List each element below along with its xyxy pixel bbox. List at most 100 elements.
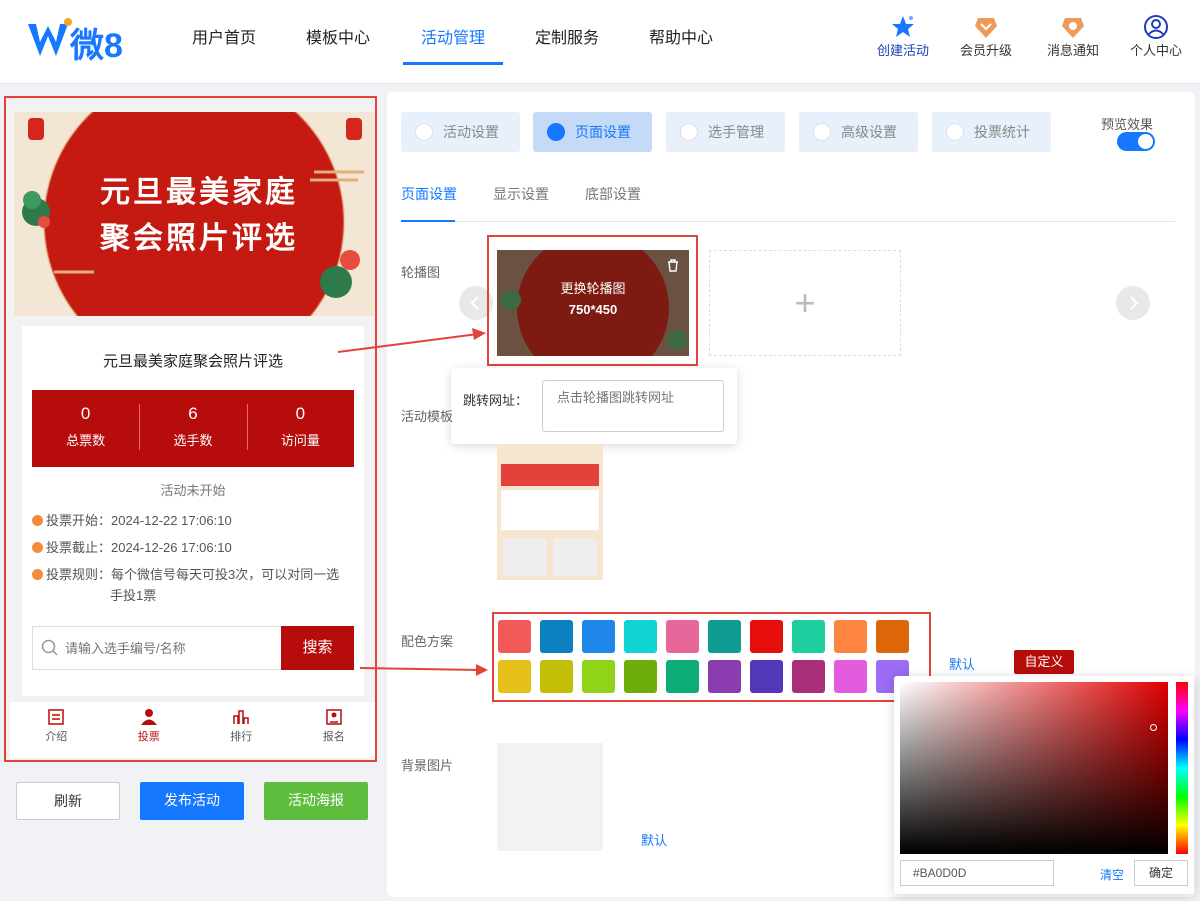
vote-start-row: 投票开始：2024-12-22 17:06:10	[32, 510, 352, 531]
template-label: 活动模板	[401, 409, 454, 424]
color-swatch[interactable]	[750, 620, 783, 653]
contestant-search: 搜索	[32, 626, 354, 670]
color-swatch[interactable]	[834, 660, 867, 693]
ranking-icon	[233, 710, 249, 724]
tab-label: 投票统计	[974, 124, 1030, 140]
color-swatch[interactable]	[498, 660, 531, 693]
add-carousel-button[interactable]: +	[709, 250, 901, 356]
nav-home[interactable]: 用户首页	[179, 0, 269, 78]
stat-contestants: 6 选手数	[139, 390, 246, 467]
stat-value: 0	[80, 404, 91, 423]
search-button[interactable]: 搜索	[281, 626, 354, 670]
member-upgrade-button[interactable]: 会员升级	[951, 14, 1021, 59]
saturation-value-area[interactable]	[900, 682, 1168, 854]
activity-poster-button[interactable]: 活动海报	[264, 782, 368, 820]
color-scheme-label: 配色方案	[401, 634, 454, 649]
template-body-icon	[501, 490, 599, 530]
info-icon	[32, 569, 43, 580]
stat-label: 选手数	[173, 433, 213, 448]
color-swatch[interactable]	[540, 660, 573, 693]
color-swatch[interactable]	[708, 660, 741, 693]
tab-advanced-settings[interactable]: 高级设置	[799, 112, 918, 152]
create-activity-button[interactable]: 创建活动	[868, 14, 938, 59]
subtab-display-settings[interactable]: 显示设置	[493, 184, 549, 204]
subtab-footer-settings[interactable]: 底部设置	[585, 184, 641, 204]
carousel-size-text: 750*450	[568, 302, 618, 317]
color-swatch[interactable]	[750, 660, 783, 693]
mobile-preview: 元旦最美家庭 聚会照片评选 元旦最美家庭聚会照片评选 0 总票数 6 选手数 0 访问…	[4, 96, 377, 762]
chevron-right-icon	[1130, 296, 1139, 310]
tab-label: 排行	[230, 731, 253, 743]
nav-templates[interactable]: 模板中心	[293, 0, 383, 78]
trash-icon[interactable]	[667, 259, 679, 272]
tab-contestant-manage[interactable]: 选手管理	[666, 112, 785, 152]
jump-url-label: 跳转网址：	[463, 393, 529, 408]
background-default-link[interactable]: 默认	[641, 830, 667, 849]
site-logo[interactable]: 微8	[26, 14, 136, 65]
subtab-active-indicator	[401, 220, 455, 222]
publish-activity-button[interactable]: 发布活动	[140, 782, 244, 820]
nav-activity-manage[interactable]: 活动管理	[408, 0, 498, 78]
hex-color-input[interactable]	[900, 860, 1054, 886]
activity-title: 元旦最美家庭聚会照片评选	[102, 353, 283, 370]
color-default-link[interactable]: 默认	[949, 654, 975, 673]
tab-signup[interactable]: 报名	[288, 702, 376, 758]
carousel-next-button[interactable]	[1116, 286, 1150, 320]
tab-label: 页面设置	[575, 124, 631, 140]
tab-vote-stats[interactable]: 投票统计	[932, 112, 1051, 152]
nav-help[interactable]: 帮助中心	[636, 0, 726, 78]
tab-label: 投票	[137, 731, 160, 743]
tab-label: 高级设置	[841, 124, 897, 140]
color-swatch[interactable]	[708, 620, 741, 653]
tab-activity-settings[interactable]: 活动设置	[401, 112, 520, 152]
subtab-page-settings[interactable]: 页面设置	[401, 184, 457, 204]
color-swatch[interactable]	[624, 620, 657, 653]
template-card-icon	[553, 538, 597, 576]
confirm-color-button[interactable]: 确定	[1134, 860, 1188, 886]
stat-total-votes: 0 总票数	[32, 390, 139, 467]
nav-active-indicator	[403, 62, 503, 65]
color-swatch[interactable]	[540, 620, 573, 653]
stats-bar: 0 总票数 6 选手数 0 访问量	[32, 390, 354, 467]
sliders-icon	[813, 123, 831, 141]
nav-custom-service[interactable]: 定制服务	[522, 0, 612, 78]
preview-toggle[interactable]	[1117, 132, 1155, 151]
color-swatch[interactable]	[792, 620, 825, 653]
tab-vote[interactable]: 投票	[103, 702, 196, 758]
color-swatch[interactable]	[876, 620, 909, 653]
custom-color-button[interactable]: 自定义	[1014, 650, 1074, 674]
color-swatch[interactable]	[834, 620, 867, 653]
vote-rule-text: 投票规则：每个微信号每天可投3次，可以对同一选手投1票	[46, 567, 340, 603]
clock-icon	[32, 515, 43, 526]
grid-icon	[547, 123, 565, 141]
personal-center-button[interactable]: 个人中心	[1121, 14, 1191, 59]
template-thumbnail[interactable]	[497, 444, 603, 580]
activity-card: 元旦最美家庭聚会照片评选 0 总票数 6 选手数 0 访问量 活动未开始 投票开始：2…	[22, 326, 364, 696]
logo-text: 微8	[70, 27, 123, 65]
color-swatch[interactable]	[792, 660, 825, 693]
stat-label: 访问量	[280, 433, 320, 448]
clear-color-link[interactable]: 清空	[1100, 866, 1124, 883]
background-image-slot[interactable]	[497, 743, 603, 851]
banner-line1: 元旦最美家庭	[100, 176, 298, 209]
color-swatch[interactable]	[666, 660, 699, 693]
hue-slider[interactable]	[1176, 682, 1188, 854]
search-input[interactable]	[65, 627, 279, 669]
color-swatch[interactable]	[498, 620, 531, 653]
tab-page-settings[interactable]: 页面设置	[533, 112, 652, 152]
carousel-thumbnail[interactable]: 更换轮播图 750*450	[497, 250, 689, 356]
picker-cursor-icon[interactable]	[1150, 724, 1157, 731]
notifications-button[interactable]: 消息通知	[1038, 14, 1108, 59]
jump-url-input[interactable]	[542, 380, 724, 432]
tab-intro[interactable]: 介绍	[10, 702, 103, 758]
clock-icon	[32, 542, 43, 553]
color-swatch[interactable]	[582, 660, 615, 693]
color-swatch[interactable]	[624, 660, 657, 693]
refresh-button[interactable]: 刷新	[16, 782, 120, 820]
color-swatch[interactable]	[582, 620, 615, 653]
tab-label: 活动设置	[443, 124, 499, 140]
preview-banner: 元旦最美家庭 聚会照片评选	[14, 112, 374, 316]
tab-ranking[interactable]: 排行	[195, 702, 288, 758]
user-icon	[680, 123, 698, 141]
color-swatch[interactable]	[666, 620, 699, 653]
